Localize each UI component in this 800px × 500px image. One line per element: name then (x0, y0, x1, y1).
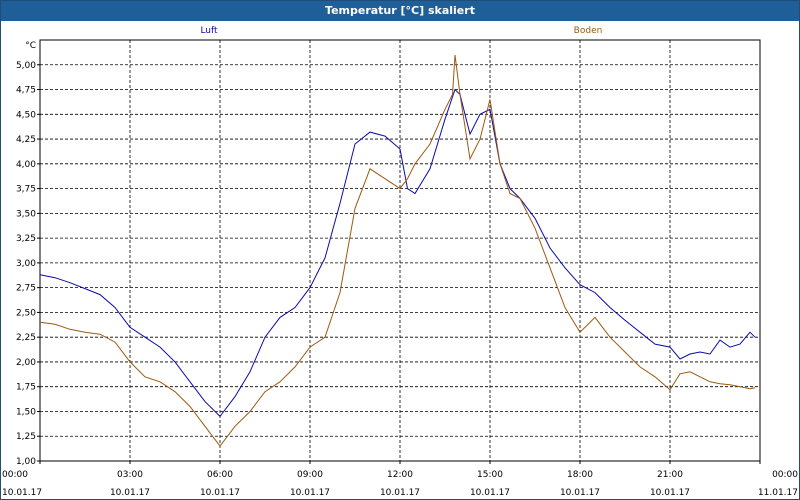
legend-luft: Luft (200, 26, 218, 36)
y-tick-label: 5,00 (16, 61, 36, 71)
y-tick-label: 4,00 (16, 160, 36, 170)
x-tick-date: 10.01.17 (110, 488, 150, 498)
x-tick-date: 10.01.17 (200, 488, 240, 498)
y-tick-label: 1,75 (16, 383, 36, 393)
legend-boden: Boden (574, 26, 603, 36)
y-tick-label: 1,00 (16, 457, 36, 467)
y-tick-label: 4,50 (16, 110, 36, 120)
y-tick-label: 4,25 (16, 135, 36, 145)
y-tick-label: 4,75 (16, 86, 36, 96)
x-tick-time: 18:00 (567, 470, 593, 480)
x-tick-time: 06:00 (207, 470, 233, 480)
x-tick-time: 21:00 (657, 470, 683, 480)
x-tick-time: 15:00 (477, 470, 503, 480)
y-tick-label: 3,75 (16, 185, 36, 195)
x-tick-time: 03:00 (117, 470, 143, 480)
x-tick-date: 10.01.17 (380, 488, 420, 498)
chart: 1,00 1,25 1,50 1,75 2,00 2,25 2,50 2,75 3,00 3,25… (2, 26, 798, 498)
y-tick-label: 3,00 (16, 259, 36, 269)
y-tick-label: 1,50 (16, 407, 36, 417)
y-tick-label: 2,25 (16, 333, 36, 343)
x-tick-date: 10.01.17 (290, 488, 330, 498)
y-tick-label: 3,25 (16, 234, 36, 244)
x-tick-date: 10.01.17 (650, 488, 690, 498)
y-tick-label: 2,75 (16, 284, 36, 294)
x-tick-time: 09:00 (297, 470, 323, 480)
y-tick-label: 1,25 (16, 432, 36, 442)
x-tick-time: 00:00 (2, 470, 28, 480)
y-tick-label: 2,50 (16, 308, 36, 318)
x-tick-date: 10.01.17 (470, 488, 510, 498)
x-tick-date: 10.01.17 (560, 488, 600, 498)
x-tick-time: 00:00 (772, 470, 798, 480)
x-tick-time: 12:00 (387, 470, 413, 480)
y-axis-unit: °C (25, 41, 36, 51)
x-tick-date: 11.01.17 (758, 488, 798, 498)
x-tick-date: 10.01.17 (2, 488, 42, 498)
y-tick-label: 2,00 (16, 358, 36, 368)
y-tick-label: 3,50 (16, 209, 36, 219)
